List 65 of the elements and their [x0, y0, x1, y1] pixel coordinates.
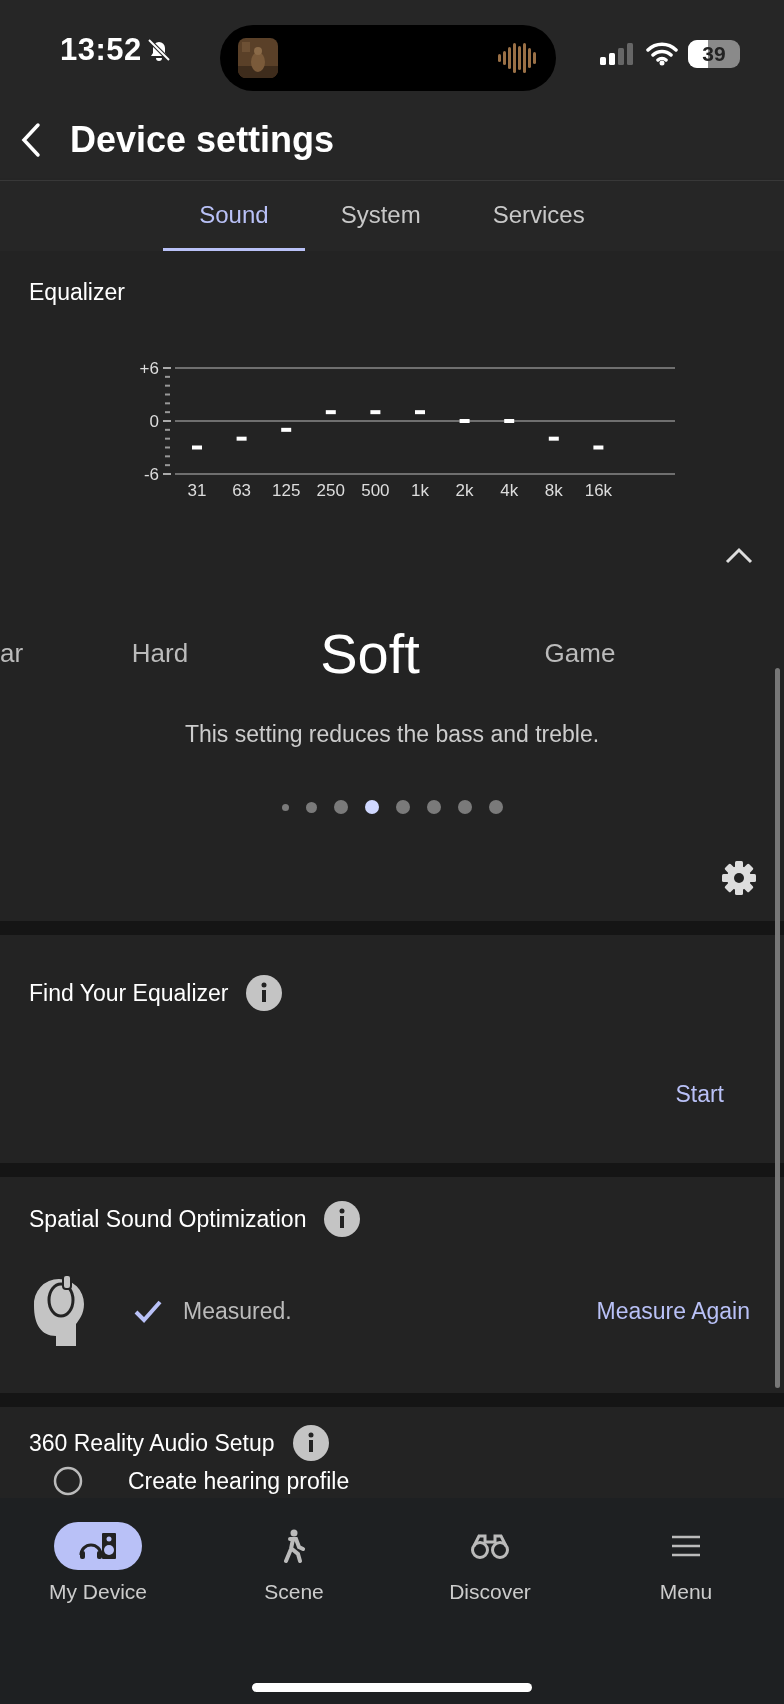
axis-label: 2k [455, 481, 474, 500]
section-title: 360 Reality Audio Setup [29, 1429, 275, 1457]
axis-label: 500 [361, 481, 390, 500]
data-point [281, 427, 292, 432]
section-title: Spatial Sound Optimization [29, 1205, 307, 1233]
binoculars-icon [470, 1532, 510, 1560]
nav-item[interactable]: Scene [196, 1522, 392, 1604]
page-dot[interactable] [395, 800, 410, 814]
data-point [548, 436, 559, 441]
info-icon[interactable] [292, 1425, 329, 1461]
data-point [504, 419, 515, 423]
axis-label: 125 [272, 481, 301, 500]
signal-icon [600, 42, 636, 66]
data-point [459, 419, 470, 423]
axis-label: 8k [544, 481, 563, 500]
preset-description: This setting reduces the bass and treble. [184, 721, 600, 747]
radio-circle-icon[interactable] [52, 1465, 84, 1497]
nav-item[interactable]: Discover [392, 1522, 588, 1604]
start-link[interactable]: Start [675, 1081, 724, 1108]
page-dot[interactable] [364, 800, 379, 814]
axis-label: 0 [149, 412, 159, 431]
settings-icon[interactable] [720, 859, 758, 897]
page-dot[interactable] [305, 801, 317, 813]
setup-step: Create hearing profile [128, 1467, 350, 1495]
section-title: Equalizer [29, 279, 125, 306]
info-icon[interactable] [246, 975, 283, 1011]
walking-person-icon [282, 1529, 306, 1563]
section-title: Find Your Equalizer [29, 979, 229, 1007]
axis-label: 250 [316, 481, 345, 500]
axis-label: 16k [584, 481, 613, 500]
axis-label: +6 [139, 359, 159, 378]
tab[interactable]: System [304, 181, 457, 251]
page-dot[interactable] [457, 800, 472, 814]
waveform-icon [498, 41, 538, 75]
data-point [236, 436, 247, 441]
axis-label: -6 [143, 465, 159, 484]
preset-option[interactable]: Soft [240, 620, 500, 686]
data-point [370, 410, 381, 415]
page-dot[interactable] [333, 800, 348, 814]
headphones-speaker-icon [78, 1531, 118, 1561]
status-text: Measured. [183, 1297, 293, 1325]
page-dot[interactable] [281, 803, 289, 811]
axis-label: 63 [232, 481, 252, 500]
menu-icon [670, 1534, 702, 1558]
data-point [415, 410, 425, 415]
preset-option[interactable]: Hard [80, 637, 240, 669]
page-title: Device settings [70, 119, 335, 161]
page-dot[interactable] [426, 800, 441, 814]
status-time: 13:52 [60, 32, 142, 68]
axis-label: 1k [411, 481, 429, 500]
nav-item[interactable]: Menu [588, 1522, 784, 1604]
wifi-icon [646, 42, 678, 66]
axis-label: 31 [187, 481, 207, 500]
measure-again-link[interactable]: Measure Again [596, 1297, 750, 1325]
data-point [325, 410, 336, 415]
axis-label: 4k [500, 481, 519, 500]
data-point [192, 445, 202, 450]
page-dot[interactable] [488, 800, 503, 814]
preset-option[interactable]: Game [500, 637, 660, 669]
bell-slash-icon [145, 37, 172, 63]
data-point [593, 445, 604, 450]
preset-option[interactable]: ar [0, 637, 80, 669]
tab[interactable]: Services [456, 181, 621, 251]
info-icon[interactable] [324, 1201, 361, 1237]
nav-item[interactable]: My Device [0, 1522, 196, 1604]
